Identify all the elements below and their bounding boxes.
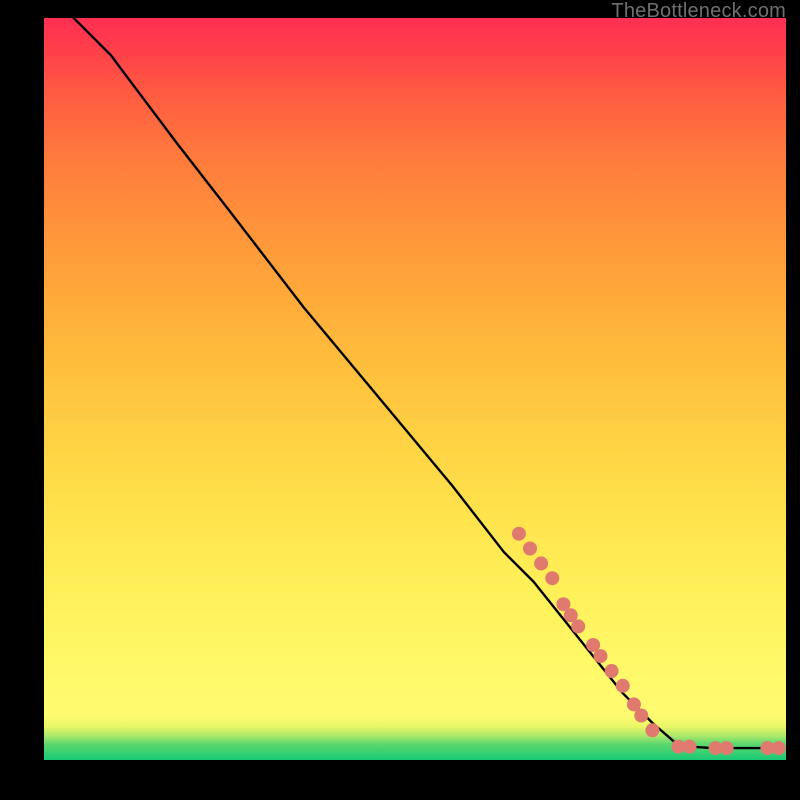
highlight-dot [594,649,608,663]
highlight-dot [634,709,648,723]
plot-area [44,18,786,760]
curve-layer [44,18,786,760]
bottleneck-curve [74,18,779,748]
highlight-dot [545,571,559,585]
highlight-dot [605,664,619,678]
highlight-dot [645,723,659,737]
highlight-dot [683,740,697,754]
chart-frame: TheBottleneck.com [0,0,800,800]
highlight-dot [534,556,548,570]
highlight-dot [523,542,537,556]
highlight-dot [720,741,734,755]
highlight-dot [512,527,526,541]
highlight-dot [616,679,630,693]
highlight-dot [772,741,786,755]
highlight-dot [571,619,585,633]
attribution-text: TheBottleneck.com [611,0,786,23]
